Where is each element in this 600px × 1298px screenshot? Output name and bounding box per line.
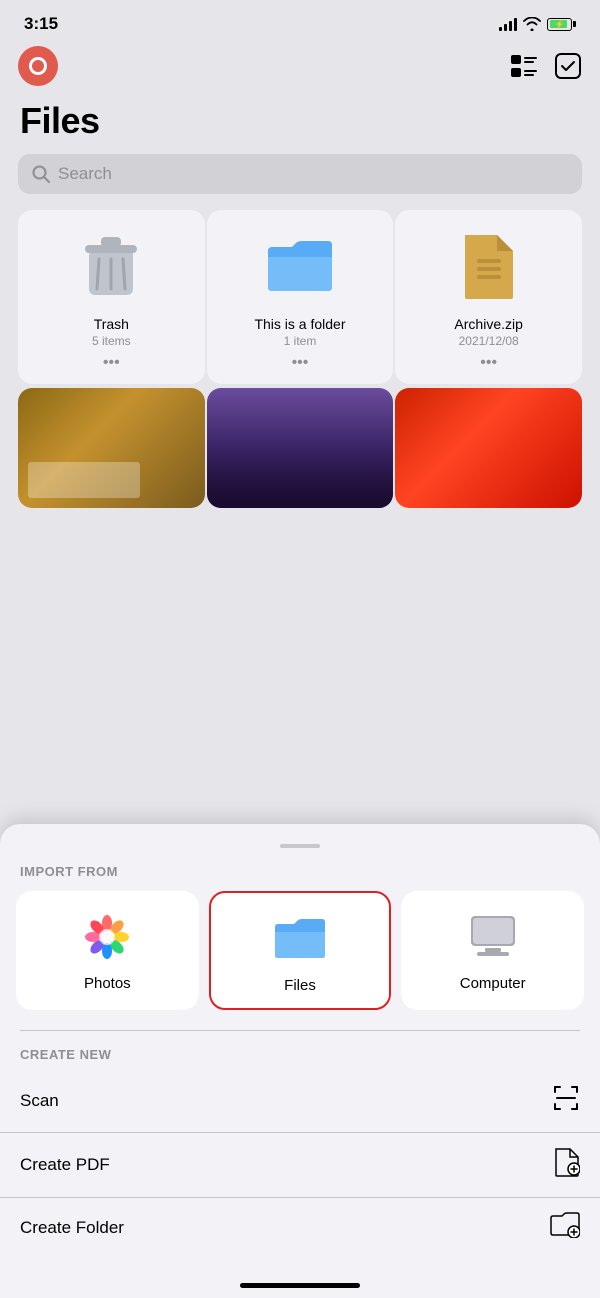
checkmark-square-icon[interactable] [554,52,582,80]
import-computer-label: Computer [460,975,526,992]
file-more-zip[interactable]: ••• [480,354,497,372]
files-grid: Trash 5 items ••• This is a folder 1 ite… [0,210,600,384]
file-card-trash[interactable]: Trash 5 items ••• [18,210,205,384]
import-section-label: IMPORT FROM [0,864,600,891]
file-card-folder[interactable]: This is a folder 1 item ••• [207,210,394,384]
photo-thumb-3[interactable] [395,388,582,508]
search-placeholder: Search [58,164,112,184]
create-item-pdf[interactable]: Create PDF [0,1133,600,1198]
import-files-label: Files [284,977,316,994]
create-folder-label: Create Folder [20,1218,124,1238]
import-photos-label: Photos [84,975,131,992]
bottom-sheet: IMPORT FROM Photos [0,824,600,1298]
file-more-folder[interactable]: ••• [292,354,309,372]
files-folder-icon [272,911,328,967]
photos-icon [79,909,135,965]
create-item-folder[interactable]: Create Folder [0,1198,600,1258]
create-pdf-icon [554,1147,580,1183]
file-card-zip[interactable]: Archive.zip 2021/12/08 ••• [395,210,582,384]
import-grid: Photos Files Co [0,891,600,1030]
create-pdf-label: Create PDF [20,1155,110,1175]
scan-label: Scan [20,1091,59,1111]
import-item-photos[interactable]: Photos [16,891,199,1010]
top-nav [0,42,600,96]
photo-thumb-2[interactable] [207,388,394,508]
trash-icon-area [71,226,151,306]
import-item-files[interactable]: Files [209,891,392,1010]
file-name-zip: Archive.zip [454,316,522,332]
folder-icon-area [260,226,340,306]
scan-icon [552,1084,580,1118]
nav-actions [510,52,582,80]
file-meta-trash: 5 items [92,334,131,348]
photo-thumb-1[interactable] [18,388,205,508]
photos-row [0,386,600,508]
file-name-trash: Trash [94,316,129,332]
page-title-area: Files [0,96,600,154]
home-indicator [240,1283,360,1288]
app-logo [18,46,58,86]
file-name-folder: This is a folder [254,316,345,332]
zip-icon-area [449,226,529,306]
sheet-handle [280,844,320,848]
battery-icon: ⚡ [547,18,576,31]
search-icon [32,165,50,183]
file-more-trash[interactable]: ••• [103,354,120,372]
create-section-label: CREATE NEW [0,1031,600,1070]
wifi-icon [523,17,541,31]
file-meta-zip: 2021/12/08 [459,334,519,348]
status-icons: ⚡ [499,17,576,31]
create-item-scan[interactable]: Scan [0,1070,600,1133]
status-time: 3:15 [24,14,58,34]
grid-list-icon[interactable] [510,52,538,80]
import-item-computer[interactable]: Computer [401,891,584,1010]
search-bar[interactable]: Search [18,154,582,194]
status-bar: 3:15 ⚡ [0,0,600,42]
create-folder-icon [550,1212,580,1244]
computer-icon [465,909,521,965]
signal-bars-icon [499,17,517,31]
page-title: Files [20,100,580,142]
search-bar-container: Search [0,154,600,210]
file-meta-folder: 1 item [284,334,317,348]
